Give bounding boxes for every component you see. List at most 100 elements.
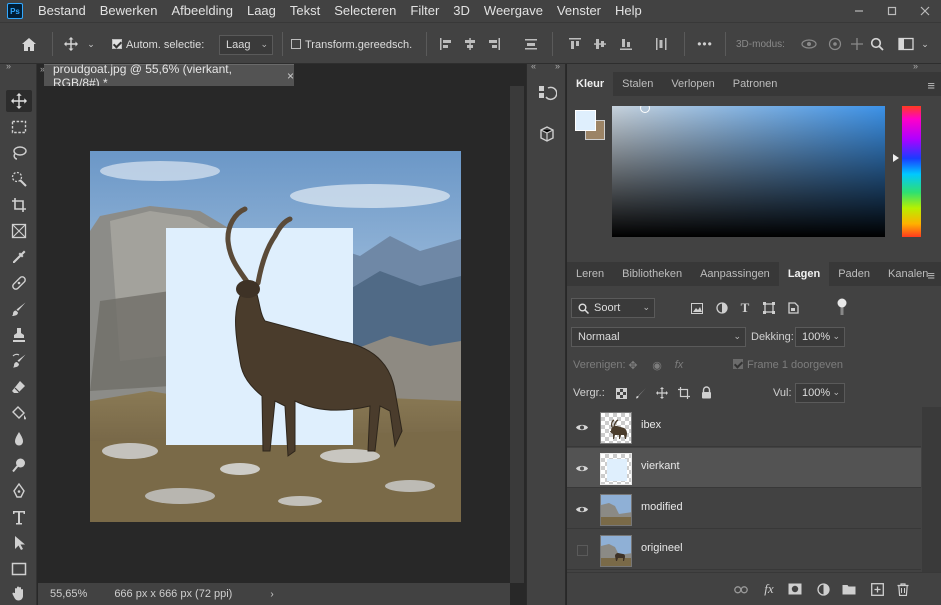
layer-row-origineel[interactable]: origineel [567, 530, 921, 570]
3d-panel-icon[interactable] [537, 124, 557, 144]
pan-3d-icon[interactable] [848, 35, 866, 53]
collapse-arrows-icon[interactable]: » [913, 61, 918, 71]
lasso-tool[interactable] [6, 142, 32, 164]
propagate-frame-checkbox[interactable] [733, 359, 743, 369]
menu-tekst[interactable]: Tekst [283, 0, 327, 22]
minimize-icon[interactable] [842, 0, 875, 22]
history-brush-tool[interactable] [6, 350, 32, 372]
menu-bestand[interactable]: Bestand [31, 0, 93, 22]
filter-smart-object-icon[interactable] [785, 300, 801, 316]
menu-bewerken[interactable]: Bewerken [93, 0, 165, 22]
menu-3d[interactable]: 3D [446, 0, 477, 22]
menu-help[interactable]: Help [608, 0, 649, 22]
layer-name[interactable]: modified [641, 501, 683, 513]
adjustment-layer-icon[interactable] [815, 581, 831, 597]
vertical-scrollbar[interactable] [510, 86, 524, 583]
layer-style-fx-icon[interactable]: fx [761, 581, 777, 597]
eraser-tool[interactable] [6, 376, 32, 398]
filter-type-icon[interactable]: T [737, 300, 753, 316]
search-icon[interactable] [868, 35, 886, 53]
filter-pixel-icon[interactable] [689, 300, 705, 316]
align-top-icon[interactable] [566, 35, 584, 53]
unify-position-icon[interactable]: ✥ [625, 357, 641, 373]
menu-weergave[interactable]: Weergave [477, 0, 550, 22]
menu-filter[interactable]: Filter [403, 0, 446, 22]
transform-controls-option[interactable]: Transform.gereedsch. [291, 39, 412, 51]
close-tab-icon[interactable]: × [287, 69, 294, 83]
layer-filter-select[interactable]: Soort ⌄ [571, 298, 655, 318]
align-bottom-icon[interactable] [617, 35, 635, 53]
distribute-vertical-icon[interactable] [522, 35, 540, 53]
visibility-eye-icon[interactable] [574, 502, 590, 516]
visibility-eye-icon[interactable] [574, 420, 590, 434]
tab-verlopen[interactable]: Verlopen [662, 72, 723, 96]
roll-3d-icon[interactable] [826, 35, 844, 53]
close-icon[interactable] [908, 0, 941, 22]
marquee-tool[interactable] [6, 116, 32, 138]
fill-input[interactable]: 100% ⌄ [795, 383, 845, 403]
tab-bibliotheken[interactable]: Bibliotheken [613, 262, 691, 286]
pen-tool[interactable] [6, 480, 32, 502]
tab-paden[interactable]: Paden [829, 262, 879, 286]
frame-tool[interactable] [6, 220, 32, 242]
layers-scrollbar[interactable] [922, 407, 941, 572]
collapse-arrows-icon[interactable]: « [531, 61, 536, 71]
propagate-frame-option[interactable]: Frame 1 doorgeven [733, 359, 843, 371]
blur-tool[interactable] [6, 428, 32, 450]
layer-name[interactable]: ibex [641, 419, 661, 431]
visibility-eye-icon[interactable] [574, 461, 590, 475]
maximize-icon[interactable] [875, 0, 908, 22]
auto-select-checkbox[interactable] [112, 39, 122, 49]
move-tool-icon[interactable] [60, 33, 82, 55]
type-tool[interactable] [6, 506, 32, 528]
blend-mode-select[interactable]: Normaal ⌄ [571, 327, 746, 347]
distribute-horizontal-icon[interactable] [652, 35, 670, 53]
align-middle-v-icon[interactable] [591, 35, 609, 53]
orbit-3d-icon[interactable] [800, 35, 818, 53]
chevron-down-icon[interactable]: ⌄ [918, 35, 932, 53]
document-tab[interactable]: proudgoat.jpg @ 55,6% (vierkant, RGB/8#)… [44, 62, 294, 90]
transform-checkbox[interactable] [291, 39, 301, 49]
tab-leren[interactable]: Leren [567, 262, 613, 286]
quick-selection-tool[interactable] [6, 168, 32, 190]
lock-position-icon[interactable] [654, 385, 670, 401]
chevron-down-icon[interactable]: ⌄ [84, 33, 98, 55]
paint-bucket-tool[interactable] [6, 402, 32, 424]
crop-tool[interactable] [6, 194, 32, 216]
clone-stamp-tool[interactable] [6, 324, 32, 346]
link-layers-icon[interactable] [733, 582, 749, 598]
rectangle-tool[interactable] [6, 558, 32, 580]
collapse-arrows-icon[interactable]: » [6, 61, 11, 71]
lock-all-icon[interactable] [698, 384, 714, 400]
hand-tool[interactable] [6, 582, 32, 604]
zoom-level[interactable]: 55,65% [50, 588, 87, 600]
layer-row-vierkant[interactable]: vierkant [567, 448, 921, 488]
workspace-icon[interactable] [896, 35, 916, 53]
align-center-h-icon[interactable] [461, 35, 479, 53]
dodge-tool[interactable] [6, 454, 32, 476]
tab-kleur[interactable]: Kleur [567, 72, 614, 96]
auto-select-option[interactable]: Autom. selectie: [112, 39, 204, 51]
lock-artboard-icon[interactable] [676, 385, 692, 401]
panel-menu-icon[interactable]: ≡ [927, 78, 935, 93]
brush-tool[interactable] [6, 298, 32, 320]
tab-stalen[interactable]: Stalen [613, 72, 662, 96]
layer-row-ibex[interactable]: ibex [567, 407, 921, 447]
lock-transparent-icon[interactable] [613, 385, 629, 401]
home-icon[interactable] [18, 33, 40, 55]
align-right-icon[interactable] [485, 35, 503, 53]
healing-brush-tool[interactable] [6, 272, 32, 294]
history-panel-icon[interactable] [537, 84, 558, 104]
color-picker-field[interactable] [612, 106, 885, 237]
document-canvas-image[interactable] [90, 151, 461, 522]
eyedropper-tool[interactable] [6, 246, 32, 268]
layer-name[interactable]: vierkant [641, 460, 680, 472]
align-left-icon[interactable] [437, 35, 455, 53]
collapse-arrows-icon[interactable]: » [555, 61, 560, 71]
hue-slider-handle[interactable] [893, 154, 899, 162]
new-layer-icon[interactable] [869, 581, 885, 597]
menu-afbeelding[interactable]: Afbeelding [165, 0, 240, 22]
more-options-button[interactable]: ••• [694, 34, 716, 54]
filter-toggle[interactable] [837, 298, 847, 316]
tab-lagen[interactable]: Lagen [778, 262, 830, 286]
